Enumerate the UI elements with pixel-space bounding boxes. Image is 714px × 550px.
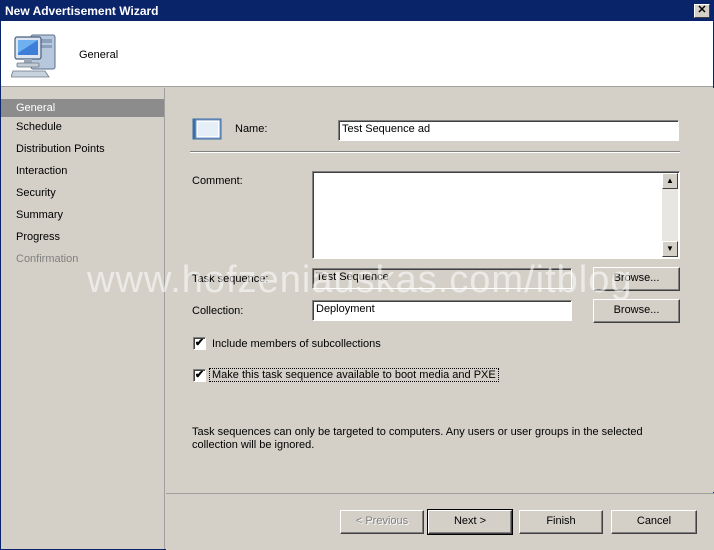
include-subcollections-label[interactable]: Include members of subcollections [212,338,381,350]
wizard-footer: < Previous Next > Finish Cancel [166,493,714,550]
collection-input[interactable]: Deployment [312,300,572,321]
page-title: General [79,49,119,61]
wizard-window: New Advertisement Wizard ✕ General Gener… [0,0,714,550]
watermark-text: www.hofzeniauskas.com/itblog [87,259,633,301]
collection-note: Task sequences can only be targeted to c… [192,426,643,451]
name-label: Name: [235,123,268,135]
close-button[interactable]: ✕ [694,4,710,18]
section-divider [190,151,680,153]
next-button[interactable]: Next > [427,509,513,535]
finish-button[interactable]: Finish [519,510,603,534]
scroll-up-icon[interactable]: ▲ [662,173,678,189]
window-title: New Advertisement Wizard [5,4,159,18]
sidebar-item-security[interactable]: Security [1,183,164,205]
previous-button: < Previous [340,510,424,534]
sidebar-item-distribution-points[interactable]: Distribution Points [1,139,164,161]
scroll-down-icon[interactable]: ▼ [662,241,678,257]
wizard-header: General [1,21,713,87]
close-icon: ✕ [697,4,707,16]
advertisement-icon [192,118,222,140]
sidebar-item-progress[interactable]: Progress [1,227,164,249]
sidebar-item-interaction[interactable]: Interaction [1,161,164,183]
title-bar: New Advertisement Wizard ✕ [1,1,713,21]
include-subcollections-checkbox[interactable]: ✔ [193,337,206,350]
name-input[interactable]: Test Sequence ad [338,120,679,141]
collection-browse-button[interactable]: Browse... [593,299,680,323]
collection-label: Collection: [192,305,244,317]
cancel-button[interactable]: Cancel [611,510,697,534]
wizard-steps-sidebar: General Schedule Distribution Points Int… [1,88,165,549]
sidebar-item-summary[interactable]: Summary [1,205,164,227]
sidebar-item-schedule[interactable]: Schedule [1,117,164,139]
comment-scrollbar[interactable]: ▲ ▼ [662,173,678,257]
comment-textarea[interactable] [312,171,680,259]
sidebar-item-general[interactable]: General [1,99,164,117]
comment-label: Comment: [192,175,243,187]
boot-media-checkbox[interactable]: ✔ [193,369,206,382]
boot-media-label[interactable]: Make this task sequence available to boo… [209,368,499,382]
computer-icon [11,34,56,78]
